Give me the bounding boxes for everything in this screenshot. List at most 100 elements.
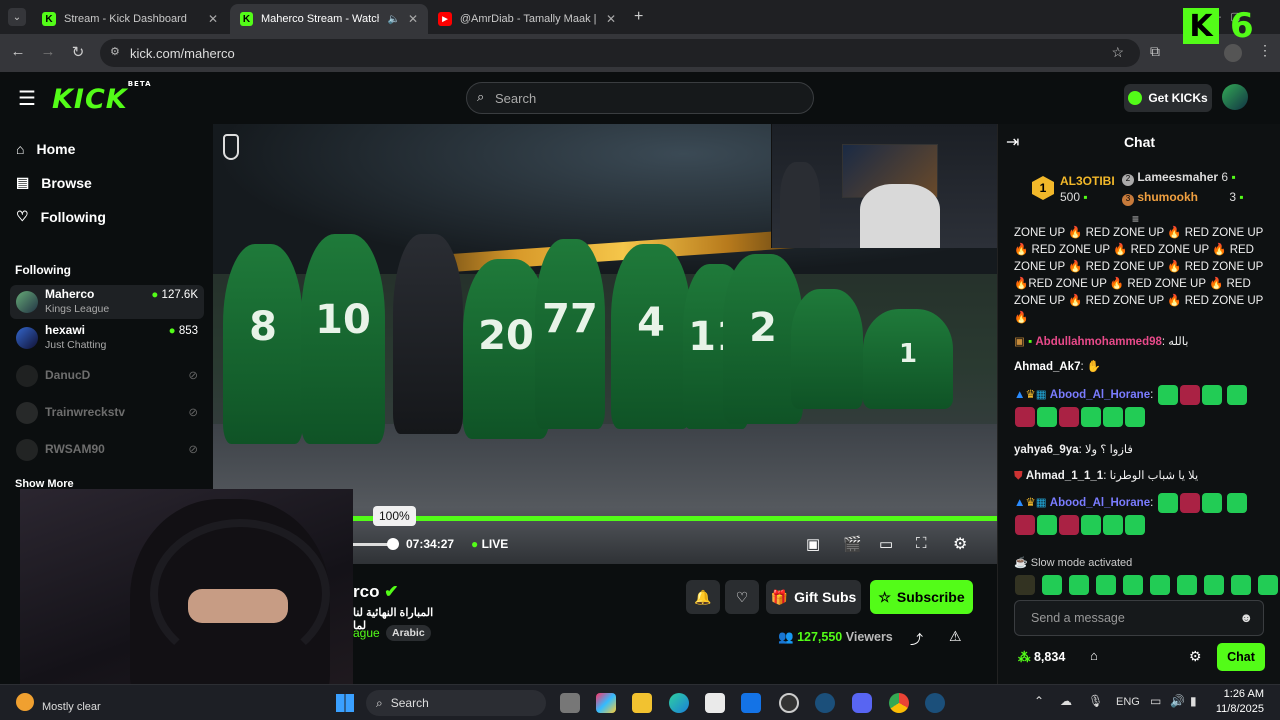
volume-slider-thumb[interactable]	[387, 538, 399, 550]
tab-list-button[interactable]: ⌄	[8, 8, 26, 26]
miniplayer-icon[interactable]: ▣	[806, 535, 820, 553]
outlook-icon[interactable]	[741, 693, 761, 713]
chat-settings-gear-icon[interactable]: ⚙	[1189, 648, 1202, 665]
network-icon[interactable]: ▭	[1150, 694, 1161, 708]
viewer-count: 👥 127,550 Viewers	[778, 630, 893, 645]
emote-icon[interactable]	[1150, 575, 1170, 595]
gift-subs-button[interactable]: 🎁 Gift Subs	[766, 580, 861, 614]
tag-arabic[interactable]: Arabic	[386, 625, 431, 641]
reload-icon[interactable]: ↻	[68, 43, 88, 61]
channel-name[interactable]: rco ✔	[353, 582, 398, 602]
kick-logo[interactable]: KICKBETA	[52, 80, 152, 115]
language-indicator[interactable]: ENG	[1116, 696, 1140, 708]
followed-channel-maherco[interactable]: Maherco Kings League ● 127.6K	[10, 285, 204, 319]
edge-icon[interactable]	[669, 693, 689, 713]
hamburger-menu-icon[interactable]: ☰	[18, 86, 36, 111]
leaderboard-expand-icon[interactable]: ≡	[1132, 212, 1139, 226]
store-icon[interactable]: ⌂	[1090, 648, 1098, 663]
menu-kebab-icon[interactable]: ⋮	[1258, 42, 1272, 59]
windows-start-icon[interactable]	[336, 694, 354, 712]
get-kicks-label: Get KICKs	[1148, 91, 1208, 105]
volume-slider[interactable]	[353, 538, 399, 550]
battery-icon[interactable]: ▮	[1190, 694, 1197, 708]
follow-heart-button[interactable]: ♡	[725, 580, 759, 614]
fullscreen-icon[interactable]: ⛶	[916, 535, 927, 552]
share-icon[interactable]: ⤴	[910, 629, 923, 648]
report-warning-icon[interactable]: ⚠	[949, 628, 962, 645]
steam-icon[interactable]	[925, 693, 945, 713]
send-chat-button[interactable]: Chat	[1217, 643, 1265, 671]
nav-home[interactable]: ⌂ Home	[16, 141, 75, 157]
microphone-icon[interactable]: 🎙	[1088, 694, 1103, 708]
discord-icon[interactable]	[852, 693, 872, 713]
chat-username[interactable]: Abdullahmohammed98	[1035, 336, 1162, 348]
chat-message-input[interactable]: Send a message ☻	[1014, 600, 1264, 636]
followed-channel-hexawi[interactable]: hexawi Just Chatting ● 853	[10, 321, 204, 355]
stream-category-link[interactable]: ague	[353, 626, 380, 640]
back-icon[interactable]: ←	[8, 43, 28, 60]
browser-tab-maherco[interactable]: K Maherco Stream - Watch Li 🔈 ✕	[230, 4, 428, 34]
profile-avatar[interactable]	[1224, 44, 1242, 62]
chat-username[interactable]: Abood_Al_Horane	[1050, 389, 1150, 401]
chat-username[interactable]: Abood_Al_Horane	[1050, 497, 1150, 509]
nav-home-label: Home	[36, 141, 76, 157]
tray-chevron-icon[interactable]: ⌃	[1034, 694, 1044, 708]
emote-icon[interactable]	[1258, 575, 1278, 595]
theater-mode-icon[interactable]: ▭	[879, 535, 893, 553]
browser-tab-youtube[interactable]: ▶ @AmrDiab - Tamally Maak | Off ✕	[428, 4, 626, 34]
new-tab-button[interactable]: +	[634, 8, 643, 26]
get-kicks-button[interactable]: Get KICKs	[1124, 84, 1212, 112]
clip-icon[interactable]: 🎬	[843, 535, 862, 553]
site-info-icon[interactable]: ⚙	[110, 45, 120, 58]
task-view-icon[interactable]	[560, 693, 580, 713]
followed-channel-trainwreckstv[interactable]: Trainwreckstv ⊘	[10, 396, 204, 430]
close-tab-icon[interactable]: ✕	[606, 12, 616, 26]
chrome-icon[interactable]	[889, 693, 909, 713]
leaderboard-second[interactable]: 2 Lameesmaher 6 ▪	[1122, 170, 1236, 186]
emote-icon[interactable]	[1096, 575, 1116, 595]
emote-icon[interactable]	[1042, 575, 1062, 595]
emote-icon[interactable]	[1069, 575, 1089, 595]
settings-gear-icon[interactable]: ⚙	[953, 534, 967, 554]
chat-username[interactable]: Ahmad_1_1_1	[1026, 470, 1103, 482]
volume-icon[interactable]: 🔊	[1170, 694, 1185, 708]
browser-tab-dashboard[interactable]: K Stream - Kick Dashboard ✕	[32, 4, 228, 34]
clock-date[interactable]: 11/8/2025	[1204, 703, 1264, 715]
subscribe-button[interactable]: ☆ Subscribe	[870, 580, 973, 614]
chat-username[interactable]: yahya6_9ya	[1014, 444, 1079, 456]
followed-channel-danucd[interactable]: DanucD ⊘	[10, 359, 204, 393]
notification-bell-button[interactable]: 🔔	[686, 580, 720, 614]
extensions-icon[interactable]: ⧉	[1150, 43, 1160, 60]
gift-icon: ▪	[1239, 190, 1244, 204]
weather-icon[interactable]	[16, 693, 34, 711]
onedrive-icon[interactable]: ☁	[1060, 694, 1072, 708]
emoji-picker-icon[interactable]: ☻	[1239, 610, 1253, 625]
store-icon[interactable]	[705, 693, 725, 713]
nav-following[interactable]: ♡ Following	[16, 208, 106, 225]
chat-username[interactable]: Ahmad_Ak7	[1014, 361, 1080, 373]
bookmark-star-icon[interactable]: ☆	[1111, 44, 1124, 61]
emote-icon[interactable]	[1015, 575, 1035, 595]
emote-icon[interactable]	[1123, 575, 1143, 595]
search-input[interactable]: ⌕ Search	[466, 82, 814, 114]
file-explorer-icon[interactable]	[632, 693, 652, 713]
user-avatar[interactable]	[1222, 84, 1248, 110]
close-tab-icon[interactable]: ✕	[208, 12, 218, 26]
clock-time[interactable]: 1:26 AM	[1212, 688, 1264, 700]
emote-icon[interactable]	[1204, 575, 1224, 595]
copilot-icon[interactable]	[596, 693, 616, 713]
obs-icon[interactable]	[779, 693, 799, 713]
weather-text[interactable]: Mostly clear	[42, 701, 101, 713]
taskbar-search[interactable]: ⌕ Search	[366, 690, 546, 716]
leaderboard-third[interactable]: 3 shumookh 3 ▪	[1122, 190, 1244, 206]
steam-icon[interactable]	[815, 693, 835, 713]
url-field[interactable]: ⚙ kick.com/maherco ☆	[100, 39, 1140, 67]
nav-browse[interactable]: ▤ Browse	[16, 174, 92, 191]
close-tab-icon[interactable]: ✕	[408, 12, 418, 26]
followed-channel-rwsam90[interactable]: RWSAM90 ⊘	[10, 433, 204, 467]
emote-icon[interactable]	[1177, 575, 1197, 595]
forward-icon[interactable]: →	[38, 43, 58, 60]
emote-icon[interactable]	[1231, 575, 1251, 595]
channel-points[interactable]: ⁂ 8,834	[1018, 649, 1065, 664]
speaker-icon[interactable]: 🔈	[387, 14, 399, 25]
